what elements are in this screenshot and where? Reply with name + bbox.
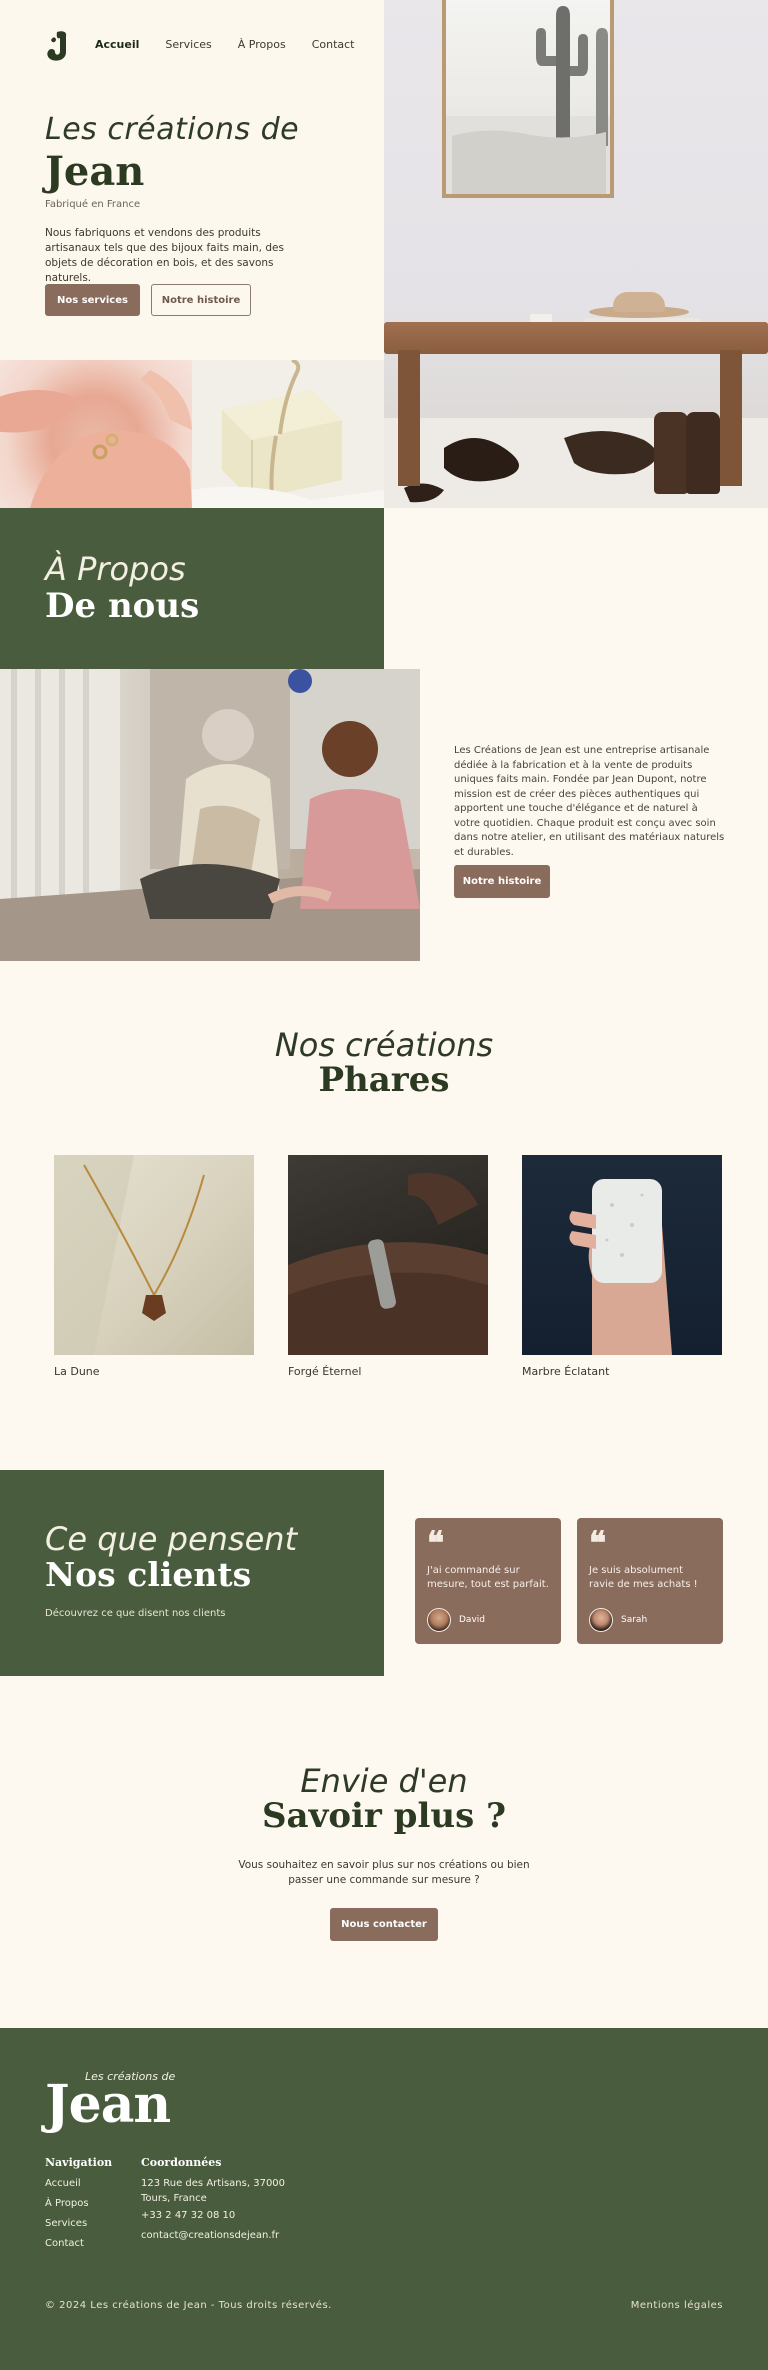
bench-leg-left	[398, 350, 420, 486]
footer-copyright: © 2024 Les créations de Jean - Tous droi…	[45, 2300, 332, 2311]
footer-link-accueil[interactable]: Accueil	[45, 2178, 81, 2189]
hero-description: Nous fabriquons et vendons des produits …	[45, 227, 284, 284]
about-story-button[interactable]: Notre histoire	[454, 865, 550, 898]
straw-hat	[589, 292, 689, 318]
wooden-bench	[384, 322, 768, 354]
testimonial-card-david: ❝ J'ai commandé sur mesure, tout est par…	[415, 1518, 561, 1644]
quote-icon: ❝	[427, 1524, 445, 1562]
soap-bar-photo	[192, 360, 384, 508]
about-script-title: À Propos	[45, 550, 186, 588]
avatar	[427, 1608, 451, 1632]
nav-item-services[interactable]: Services	[165, 38, 211, 51]
logo-j-icon[interactable]	[45, 30, 69, 62]
services-button[interactable]: Nos services	[45, 284, 140, 316]
footer-logo-big[interactable]: Jean	[45, 2074, 171, 2135]
footer-address-line2: Tours, France	[141, 2193, 207, 2204]
nav-item-contact[interactable]: Contact	[312, 38, 355, 51]
avatar	[589, 1608, 613, 1632]
product-image-la-dune[interactable]	[54, 1155, 254, 1355]
hero-section: Accueil Services À Propos Contact Les cr…	[0, 0, 768, 508]
testimonials-script-title: Ce que pensent	[45, 1520, 298, 1558]
hero-interior-photo	[384, 0, 768, 508]
footer-nav-title: Navigation	[45, 2156, 113, 2169]
footer-legal-link[interactable]: Mentions légales	[631, 2300, 723, 2311]
story-button[interactable]: Notre histoire	[151, 284, 251, 316]
testimonials-big-title: Nos clients	[45, 1555, 252, 1594]
main-nav: Accueil Services À Propos Contact	[95, 38, 355, 51]
hero-script-title: Les créations de	[45, 112, 300, 147]
about-description: Les Créations de Jean est une entreprise…	[454, 745, 725, 858]
footer-link-contact[interactable]: Contact	[45, 2238, 84, 2249]
testimonial-card-sarah: ❝ Je suis absolument ravie de mes achats…	[577, 1518, 723, 1644]
hero-text-panel: Accueil Services À Propos Contact Les cr…	[0, 0, 384, 360]
creations-script-title: Nos créations	[274, 1026, 494, 1064]
hero-subtitle: Fabriqué en France	[45, 199, 141, 210]
testimonial-quote: Je suis absolument ravie de mes achats !	[589, 1565, 698, 1590]
footer-email[interactable]: contact@creationsdejean.fr	[141, 2230, 279, 2241]
hero-big-title: Jean	[45, 148, 145, 195]
about-big-title: De nous	[45, 586, 200, 626]
testimonial-quote: J'ai commandé sur mesure, tout est parfa…	[427, 1565, 549, 1590]
product-name-forge-eternel[interactable]: Forgé Éternel	[288, 1365, 361, 1378]
author-name: Sarah	[621, 1615, 648, 1625]
footer-logo-script: Les créations de	[85, 2070, 176, 2083]
footer-address-line1: 123 Rue des Artisans, 37000	[141, 2178, 286, 2189]
author-name: David	[459, 1615, 485, 1625]
footer-phone[interactable]: +33 2 47 32 08 10	[141, 2210, 235, 2221]
bench-leg-right	[720, 350, 742, 486]
cta-description: Vous souhaitez en savoir plus sur nos cr…	[238, 1859, 530, 1886]
product-image-marbre-eclatant[interactable]	[522, 1155, 722, 1355]
rings-in-hand-photo	[0, 360, 192, 508]
framed-cactus-picture	[442, 0, 614, 198]
testimonial-author: Sarah	[589, 1608, 647, 1632]
footer-contact-title: Coordonnées	[141, 2156, 222, 2169]
product-name-la-dune[interactable]: La Dune	[54, 1365, 100, 1378]
product-image-forge-eternel[interactable]	[288, 1155, 488, 1355]
cta-script-title: Envie d'en	[300, 1762, 468, 1800]
quote-icon: ❝	[589, 1524, 607, 1562]
product-name-marbre-eclatant[interactable]: Marbre Éclatant	[522, 1365, 609, 1378]
testimonial-author: David	[427, 1608, 485, 1632]
footer-link-a-propos[interactable]: À Propos	[45, 2198, 89, 2209]
page: Accueil Services À Propos Contact Les cr…	[0, 0, 768, 2370]
workshop-photo	[0, 669, 420, 961]
boot-left	[654, 412, 688, 494]
contact-button[interactable]: Nous contacter	[330, 1908, 438, 1941]
nav-item-accueil[interactable]: Accueil	[95, 38, 139, 51]
boot-right	[686, 412, 720, 494]
footer: Jean Les créations de Navigation Accueil…	[0, 2028, 768, 2370]
footer-link-services[interactable]: Services	[45, 2218, 87, 2229]
creations-big-title: Phares	[318, 1060, 450, 1100]
testimonials-subtitle: Découvrez ce que disent nos clients	[45, 1608, 226, 1619]
cta-big-title: Savoir plus ?	[262, 1796, 506, 1836]
nav-item-a-propos[interactable]: À Propos	[238, 38, 286, 51]
